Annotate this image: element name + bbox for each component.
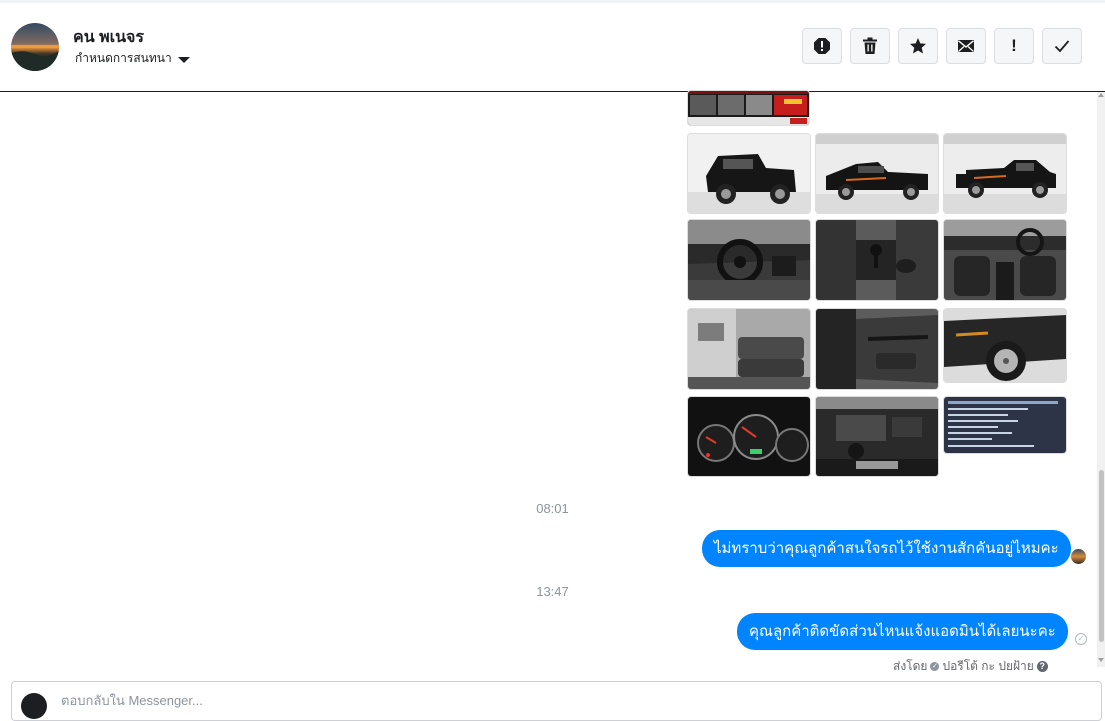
page-avatar [21,693,47,719]
scroll-down-arrow-icon[interactable] [1098,658,1104,662]
star-icon [910,38,926,54]
contact-name[interactable]: คน พเนจร [73,25,144,50]
conversation-settings-label: กำหนดการสนทนา [75,51,172,65]
mark-unread-button[interactable] [946,28,986,64]
seen-avatar [1071,549,1086,564]
conversation-header: คน พเนจร กำหนดการสนทนา ! [0,3,1105,92]
report-button[interactable] [802,28,842,64]
trash-icon [863,37,877,54]
wheel-closeup-photo[interactable] [944,309,1066,382]
rear-seat-photo[interactable] [688,309,810,389]
gear-shifter-console-photo[interactable] [816,220,938,300]
sent-by-prefix: ส่งโดย [893,659,928,673]
sent-by-label: ส่งโดย ✓ ปอรีโต้ กะ ปยฝ้าย ? [893,657,1048,676]
help-icon[interactable]: ? [1036,661,1048,672]
report-icon [814,38,830,54]
dashboard-steering-photo[interactable] [688,220,810,300]
contact-avatar[interactable] [11,23,59,71]
truck-rear-quarter-photo[interactable] [688,134,810,213]
exclamation-icon: ! [1011,36,1017,55]
message-timestamp: 13:47 [536,584,569,599]
instrument-cluster-photo[interactable] [688,397,810,476]
scrollbar-thumb[interactable] [1099,470,1104,642]
conversation-settings-dropdown[interactable]: กำหนดการสนทนา [75,49,190,68]
envelope-icon [958,40,974,52]
delete-button[interactable] [850,28,890,64]
engine-bay-photo[interactable] [816,397,938,476]
star-button[interactable] [898,28,938,64]
spec-sheet-photo[interactable] [944,397,1066,453]
follow-up-button[interactable]: ! [994,28,1034,64]
truck-side-angle-photo[interactable] [944,134,1066,213]
checkmark-icon [1054,40,1070,53]
door-panel-photo[interactable] [816,309,938,389]
mark-done-button[interactable] [1042,28,1082,64]
truck-side-photo[interactable] [816,134,938,213]
front-cabin-photo[interactable] [944,220,1066,300]
message-timestamp: 08:01 [536,501,569,516]
scroll-up-arrow-icon[interactable] [1098,93,1104,97]
verified-icon: ✓ [930,662,940,671]
sent-check-icon: ✓ [1075,633,1087,645]
caret-down-icon [177,56,190,63]
reply-composer [11,681,1102,721]
sent-by-name[interactable]: ปอรีโต้ กะ ปยฝ้าย [942,657,1033,676]
reply-input[interactable] [59,692,963,709]
outgoing-message-bubble[interactable]: คุณลูกค้าติดขัดส่วนไหนแจ้งแอดมินได้เลยนะ… [737,613,1068,650]
listing-banner-photo[interactable] [688,91,809,125]
outgoing-message-bubble[interactable]: ไม่ทราบว่าคุณลูกค้าสนใจรถไว้ใช้งานสักคัน… [702,530,1071,567]
